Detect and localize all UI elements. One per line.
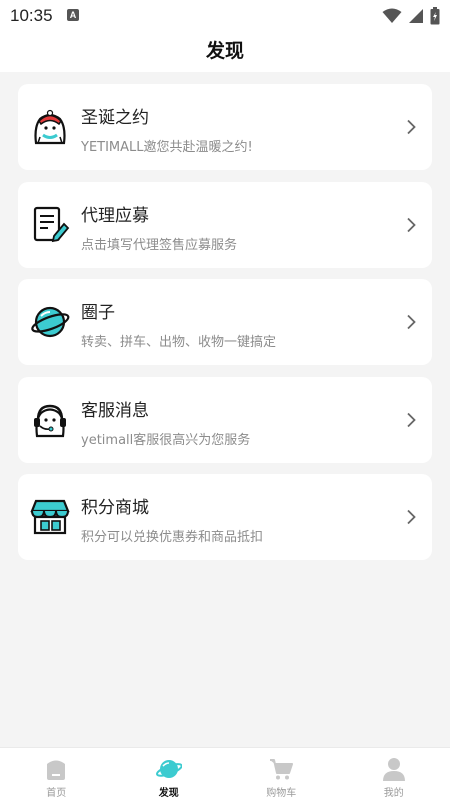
chevron-right-icon xyxy=(406,509,416,525)
tab-cart[interactable]: 购物车 xyxy=(225,748,338,801)
menu-item-title: 圣诞之约 xyxy=(81,103,149,128)
page-title: 发现 xyxy=(0,36,450,63)
discover-menu-list: 圣诞之约 YETIMALL邀您共赴温暖之约! 代理应募 点击填写代理签售应募服务… xyxy=(18,84,432,572)
planet-icon xyxy=(30,302,70,342)
christmas-yeti-icon xyxy=(30,107,70,147)
headset-yeti-icon xyxy=(30,400,70,440)
chevron-right-icon xyxy=(406,314,416,330)
menu-item-subtitle: 转卖、拼车、出物、收物一键搞定 xyxy=(81,331,276,350)
tab-home[interactable]: 首页 xyxy=(0,748,113,801)
wifi-icon xyxy=(382,8,402,24)
battery-icon xyxy=(430,7,440,25)
menu-item-christmas[interactable]: 圣诞之约 YETIMALL邀您共赴温暖之约! xyxy=(18,84,432,170)
bottom-tab-bar: 首页 发现 购物车 我的 xyxy=(0,747,450,801)
status-icons xyxy=(382,7,440,25)
tab-label: 发现 xyxy=(113,784,226,799)
menu-item-subtitle: 积分可以兑换优惠券和商品抵扣 xyxy=(81,526,263,545)
menu-item-subtitle: YETIMALL邀您共赴温暖之约! xyxy=(81,136,253,155)
tab-label: 首页 xyxy=(0,784,113,799)
tab-me[interactable]: 我的 xyxy=(338,748,450,801)
menu-item-circle[interactable]: 圈子 转卖、拼车、出物、收物一键搞定 xyxy=(18,279,432,365)
menu-item-title: 积分商城 xyxy=(81,493,149,518)
menu-item-title: 代理应募 xyxy=(81,201,149,226)
a-icon: A xyxy=(67,9,79,21)
signal-icon xyxy=(408,8,424,24)
chevron-right-icon xyxy=(406,217,416,233)
tab-discover[interactable]: 发现 xyxy=(113,748,226,801)
chevron-right-icon xyxy=(406,412,416,428)
shop-icon xyxy=(30,497,70,537)
user-icon xyxy=(381,756,407,782)
cart-icon xyxy=(268,756,294,782)
page-header: 发现 xyxy=(0,32,450,72)
menu-item-customer-service[interactable]: 客服消息 yetimall客服很高兴为您服务 xyxy=(18,377,432,463)
menu-item-points-mall[interactable]: 积分商城 积分可以兑换优惠券和商品抵扣 xyxy=(18,474,432,560)
menu-item-title: 圈子 xyxy=(81,298,115,323)
chevron-right-icon xyxy=(406,119,416,135)
menu-item-subtitle: 点击填写代理签售应募服务 xyxy=(81,234,237,253)
planet-icon xyxy=(156,756,182,782)
menu-item-agent-recruit[interactable]: 代理应募 点击填写代理签售应募服务 xyxy=(18,182,432,268)
menu-item-subtitle: yetimall客服很高兴为您服务 xyxy=(81,429,250,448)
home-icon xyxy=(43,756,69,782)
status-bar: 10:35 A xyxy=(0,0,450,32)
tab-label: 我的 xyxy=(338,784,450,799)
status-time: 10:35 xyxy=(10,6,53,26)
form-pencil-icon xyxy=(30,205,70,245)
menu-item-title: 客服消息 xyxy=(81,396,149,421)
tab-label: 购物车 xyxy=(225,784,338,799)
